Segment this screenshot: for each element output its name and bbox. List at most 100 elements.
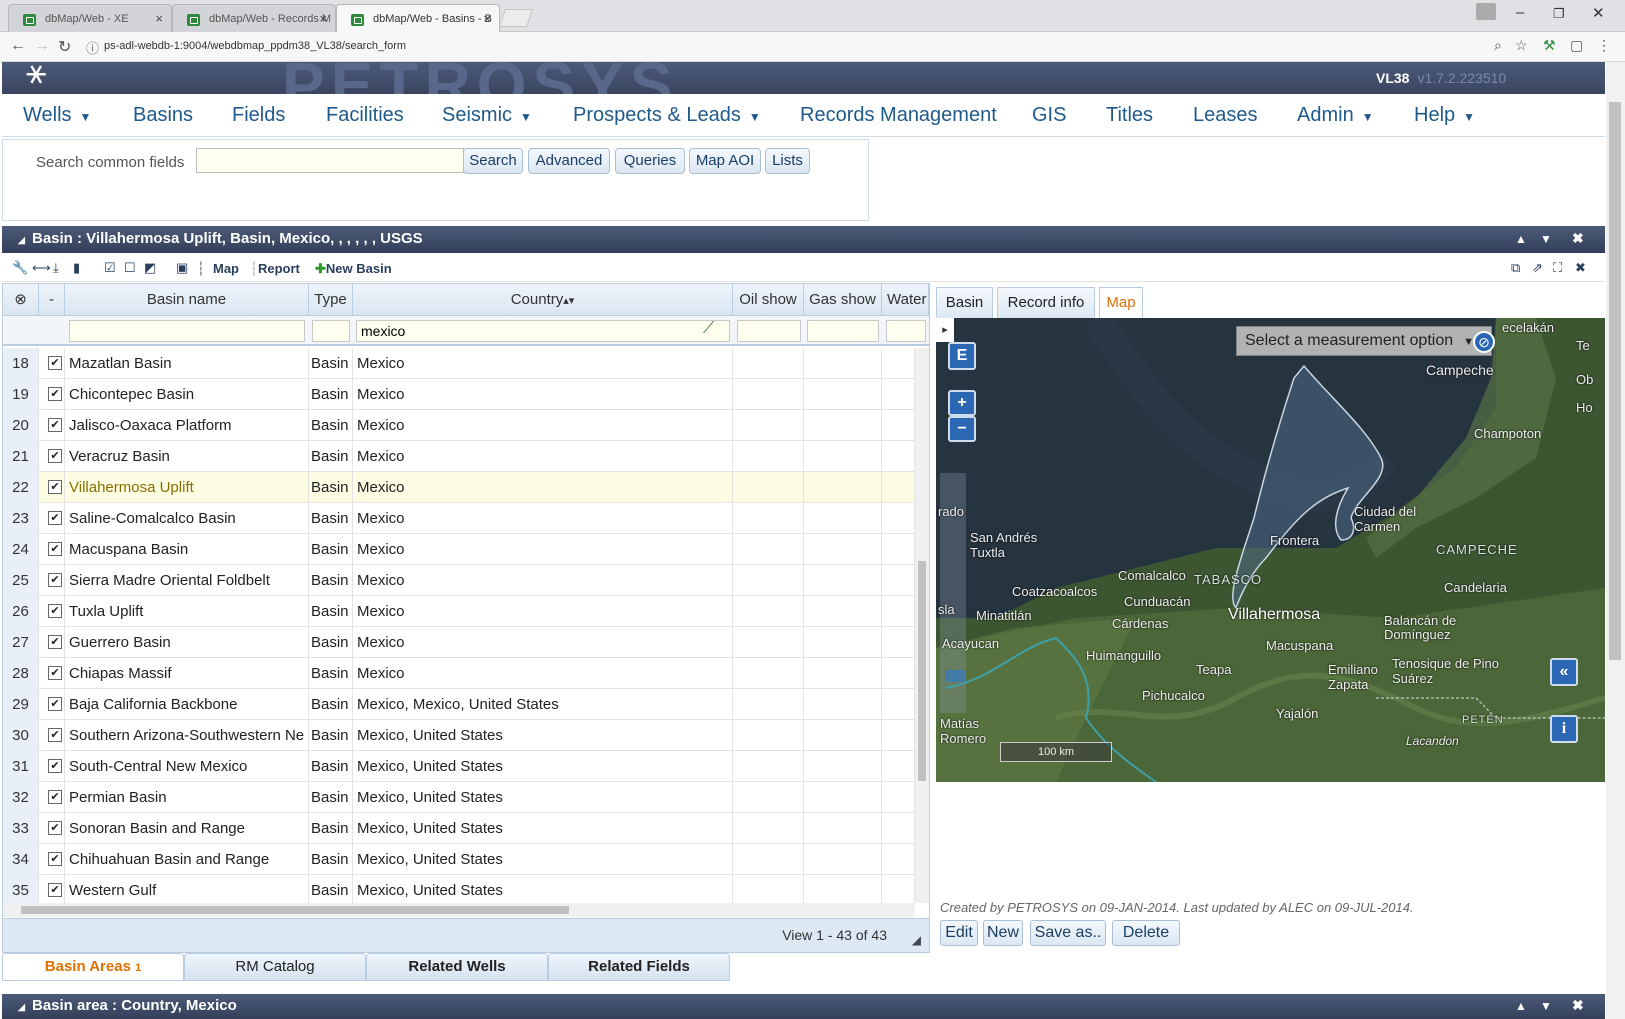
row-checkbox[interactable]: ✔ xyxy=(48,573,62,587)
row-checkbox[interactable]: ✔ xyxy=(48,449,62,463)
filter-gas-show-input[interactable] xyxy=(807,320,879,342)
map-button[interactable]: Map xyxy=(213,261,239,276)
search-button[interactable]: Search xyxy=(463,148,523,174)
table-row[interactable]: 27 ✔ Guerrero Basin Basin Mexico xyxy=(3,627,915,658)
info-button[interactable]: i xyxy=(1550,715,1578,743)
row-checkbox[interactable]: ✔ xyxy=(48,759,62,773)
table-row[interactable]: 34 ✔ Chihuahuan Basin and Range Basin Mexico… xyxy=(3,844,915,875)
browser-menu-icon[interactable]: ⋮ xyxy=(1597,37,1611,54)
search-input[interactable] xyxy=(196,148,464,173)
table-row[interactable]: 33 ✔ Sonoran Basin and Range Basin Mexico, U… xyxy=(3,813,915,844)
table-row[interactable]: 23 ✔ Saline-Comalcalco Basin Basin Mexico xyxy=(3,503,915,534)
tab-basin[interactable]: Basin xyxy=(936,287,993,318)
row-checkbox[interactable]: ✔ xyxy=(48,821,62,835)
tab-rm-catalog[interactable]: RM Catalog xyxy=(184,953,366,981)
row-checkbox[interactable]: ✔ xyxy=(48,883,62,897)
new-button[interactable]: New xyxy=(983,920,1023,946)
menu-records-management[interactable]: Records Management xyxy=(800,104,997,127)
scroll-thumb[interactable] xyxy=(1609,102,1621,660)
table-row[interactable]: 22 ✔ Villahermosa Uplift Basin Mexico xyxy=(3,472,915,503)
move-down-icon[interactable]: ▼ xyxy=(1540,999,1552,1013)
row-checkbox[interactable]: ✔ xyxy=(48,697,62,711)
basin-map[interactable]: ▸ Select a measurement option ▼ ⊘ E + − «… xyxy=(936,318,1605,782)
table-row[interactable]: 30 ✔ Southern Arizona-Southwestern Ne Basin… xyxy=(3,720,915,751)
tab-related-fields[interactable]: Related Fields xyxy=(548,953,730,981)
table-row[interactable]: 29 ✔ Baja California Backbone Basin Mexico, … xyxy=(3,689,915,720)
browser-tab[interactable]: dbMap/Web - XE × xyxy=(8,4,172,32)
filter-type-input[interactable] xyxy=(312,320,350,342)
close-panel-icon[interactable]: ✖ xyxy=(1572,997,1584,1014)
table-row[interactable]: 26 ✔ Tuxla Uplift Basin Mexico xyxy=(3,596,915,627)
row-checkbox[interactable]: ✔ xyxy=(48,852,62,866)
expand-arrow-icon[interactable]: ▸ xyxy=(936,318,954,342)
uncheck-all-icon[interactable]: ☐ xyxy=(124,260,136,276)
wrench-icon[interactable]: 🔧 xyxy=(12,260,28,276)
collapse-triangle-icon[interactable]: ◢ xyxy=(18,1002,25,1013)
col-header-oil-show[interactable]: Oil show xyxy=(733,284,804,316)
page-vertical-scrollbar[interactable] xyxy=(1606,62,1625,1019)
row-checkbox[interactable]: ✔ xyxy=(48,542,62,556)
table-row[interactable]: 18 ✔ Mazatlan Basin Basin Mexico xyxy=(3,348,915,379)
close-tab-icon[interactable]: × xyxy=(319,11,327,26)
zoom-icon[interactable]: ⌕ xyxy=(1494,37,1502,54)
back-arrow-icon[interactable]: ← xyxy=(10,37,26,55)
filter-clear-icon[interactable]: ⟋ xyxy=(703,320,714,338)
scroll-thumb[interactable] xyxy=(21,906,569,914)
move-down-icon[interactable]: ▼ xyxy=(1540,232,1552,246)
col-header-select[interactable]: - xyxy=(39,284,65,316)
col-header-gas-show[interactable]: Gas show xyxy=(804,284,882,316)
table-row[interactable]: 32 ✔ Permian Basin Basin Mexico, United Stat… xyxy=(3,782,915,813)
menu-titles[interactable]: Titles xyxy=(1106,104,1153,127)
resize-columns-icon[interactable]: ⟷ xyxy=(32,260,51,276)
map-aoi-button[interactable]: Map AOI xyxy=(689,148,761,174)
lists-button[interactable]: Lists xyxy=(765,148,810,174)
filter-oil-show-input[interactable] xyxy=(737,320,801,342)
restore-icon[interactable]: ❐ xyxy=(1553,6,1565,22)
tab-related-wells[interactable]: Related Wells xyxy=(366,953,548,981)
row-checkbox[interactable]: ✔ xyxy=(48,666,62,680)
table-row[interactable]: 35 ✔ Western Gulf Basin Mexico, United State… xyxy=(3,875,915,906)
reload-icon[interactable]: ↻ xyxy=(58,37,71,57)
col-header-type[interactable]: Type xyxy=(309,284,353,316)
extent-button[interactable]: E xyxy=(948,342,976,370)
edit-button[interactable]: Edit xyxy=(940,920,978,946)
menu-admin[interactable]: Admin ▼ xyxy=(1297,104,1374,127)
column-icon[interactable]: ▮ xyxy=(73,260,80,276)
new-basin-button[interactable]: ✚New Basin xyxy=(315,261,392,277)
table-row[interactable]: 28 ✔ Chiapas Massif Basin Mexico xyxy=(3,658,915,689)
menu-gis[interactable]: GIS xyxy=(1032,104,1066,127)
cancel-measure-icon[interactable]: ⊘ xyxy=(1473,331,1495,353)
tab-record-info[interactable]: Record info xyxy=(997,287,1095,318)
forward-arrow-icon[interactable]: → xyxy=(34,37,50,55)
col-header-water[interactable]: Water xyxy=(882,284,929,316)
filter-basin-name-input[interactable] xyxy=(69,320,305,342)
row-checkbox[interactable]: ✔ xyxy=(48,511,62,525)
row-checkbox[interactable]: ✔ xyxy=(48,356,62,370)
grid-horizontal-scrollbar[interactable] xyxy=(3,903,915,917)
filter-country-input[interactable] xyxy=(356,320,730,342)
url-field[interactable]: ps-adl-webdb-1:9004/webdbmap_ppdm38_VL38… xyxy=(84,37,1534,57)
close-tab-icon[interactable]: × xyxy=(483,11,491,26)
row-checkbox[interactable]: ✔ xyxy=(48,387,62,401)
row-checkbox[interactable]: ✔ xyxy=(48,728,62,742)
menu-facilities[interactable]: Facilities xyxy=(326,104,404,127)
collapse-triangle-icon[interactable]: ◢ xyxy=(18,235,25,246)
row-checkbox[interactable]: ✔ xyxy=(48,418,62,432)
row-checkbox[interactable]: ✔ xyxy=(48,790,62,804)
popout-icon[interactable]: ⧉ xyxy=(1511,260,1520,276)
window-close-icon[interactable]: ✕ xyxy=(1592,4,1605,22)
menu-wells[interactable]: Wells ▼ xyxy=(23,104,91,127)
profile-icon[interactable] xyxy=(1476,3,1496,20)
advanced-button[interactable]: Advanced xyxy=(528,148,610,174)
filter-water-input[interactable] xyxy=(886,320,926,342)
close-icon[interactable]: ✖ xyxy=(1575,260,1586,276)
table-row[interactable]: 24 ✔ Macuspana Basin Basin Mexico xyxy=(3,534,915,565)
measurement-select[interactable]: Select a measurement option ▼ xyxy=(1236,326,1492,356)
col-header-basin-name[interactable]: Basin name xyxy=(65,284,309,316)
extension-icon[interactable]: ⚒ xyxy=(1543,37,1556,54)
col-header-country[interactable]: Country▴▾ xyxy=(353,284,733,316)
tab-map[interactable]: Map xyxy=(1099,287,1143,318)
download-icon[interactable]: ⤓ xyxy=(53,260,59,276)
clear-filter-icon[interactable]: ⊗ xyxy=(3,284,39,316)
menu-fields[interactable]: Fields xyxy=(232,104,285,127)
